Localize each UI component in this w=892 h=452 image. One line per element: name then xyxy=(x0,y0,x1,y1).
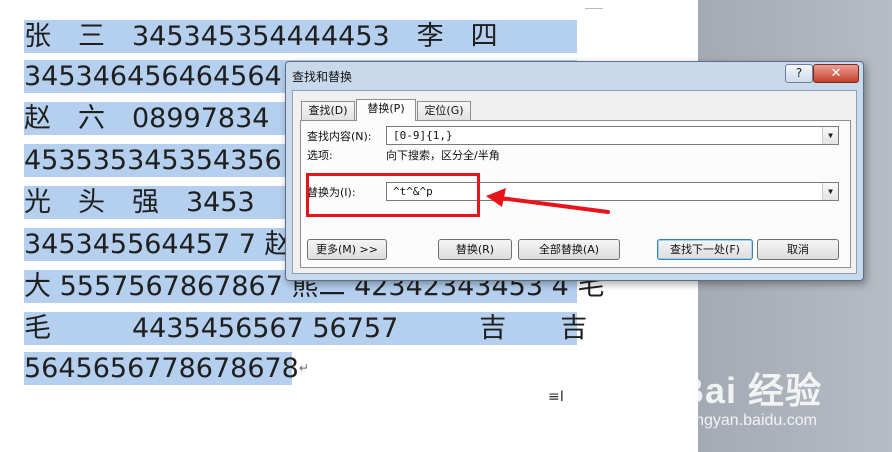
highlight-box xyxy=(306,173,480,217)
find-what-label: 查找内容(N): xyxy=(307,130,372,143)
dialog-titlebar[interactable]: 查找和替换 ? ✕ xyxy=(286,62,863,88)
find-what-input[interactable]: [0-9]{1,} ▼ xyxy=(386,126,839,145)
watermark-url: jingyan.baidu.com xyxy=(688,412,817,429)
close-button[interactable]: ✕ xyxy=(813,64,859,83)
more-button[interactable]: 更多(M) >> xyxy=(307,239,387,260)
red-arrow-icon xyxy=(486,188,610,214)
tab-goto[interactable]: 定位(G) xyxy=(417,101,471,120)
document-line[interactable]: 5645656778678678↵ xyxy=(24,352,309,385)
find-what-value: [0-9]{1,} xyxy=(393,129,453,142)
find-replace-dialog: 查找和替换 ? ✕ 查找(D) 替换(P) 定位(G) 查找内容(N): [0-… xyxy=(285,61,864,281)
document-line[interactable]: 张 三 345345354444453 李 四 xyxy=(24,20,577,53)
options-label: 选项: xyxy=(307,149,333,162)
page-corner-mark xyxy=(585,8,603,9)
watermark-brand: Bai 经验 xyxy=(678,370,823,411)
dialog-title: 查找和替换 xyxy=(292,70,353,84)
chevron-down-icon[interactable]: ▼ xyxy=(822,127,838,144)
text-cursor-icon: ≡I xyxy=(548,389,564,405)
options-value: 向下搜索，区分全/半角 xyxy=(386,149,500,162)
tab-find[interactable]: 查找(D) xyxy=(301,101,355,120)
document-line-text: 5645656778678678 xyxy=(24,353,299,384)
tab-replace[interactable]: 替换(P) xyxy=(356,99,416,121)
find-next-button[interactable]: 查找下一处(F) xyxy=(657,239,753,260)
replace-button[interactable]: 替换(R) xyxy=(438,239,512,260)
cancel-button[interactable]: 取消 xyxy=(757,239,839,260)
paragraph-mark-icon: ↵ xyxy=(298,361,309,375)
document-line[interactable]: 毛 4435456567 56757 吉 吉 xyxy=(24,312,587,345)
help-button[interactable]: ? xyxy=(785,64,813,83)
chevron-down-icon[interactable]: ▼ xyxy=(822,183,838,200)
replace-all-button[interactable]: 全部替换(A) xyxy=(518,239,620,260)
watermark: Bai 经验 jingyan.baidu.com xyxy=(668,358,888,448)
